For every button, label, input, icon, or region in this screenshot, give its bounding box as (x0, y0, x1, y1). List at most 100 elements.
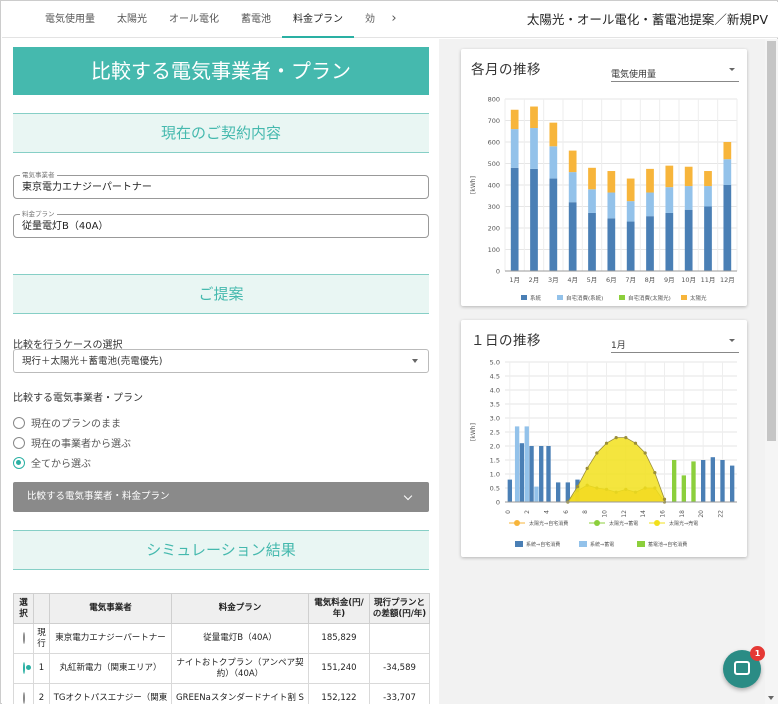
results-table: 選択 電気事業者 料金プラン 電気料金(円/年) 現行プランとの差額(円/年) … (13, 593, 430, 704)
bar (720, 460, 725, 502)
y-tick-label: 200 (488, 225, 500, 233)
x-tick-label: 4月 (567, 276, 578, 284)
table-row[interactable]: 1 丸紅新電力（関東エリア） ナイトおトクプラン（アンペア契約）（40A） 15… (13, 653, 430, 684)
tab-battery[interactable]: 蓄電池 (230, 2, 282, 38)
bar-segment (530, 106, 538, 129)
area-point (604, 441, 609, 445)
scrollbar-thumb[interactable] (767, 41, 776, 441)
col-no (33, 593, 50, 624)
tab-rate-plan[interactable]: 料金プラン (282, 2, 354, 38)
current-contract-header: 現在のご契約内容 (13, 113, 429, 153)
legend-label: 蓄電池⇒自宅消費 (648, 541, 687, 548)
row-no: 2 (33, 683, 50, 704)
x-tick-label: 20 (698, 510, 705, 518)
radio-same-provider-label: 現在の事業者から選ぶ (31, 439, 131, 450)
compare-label: 比較する電気事業者・プラン (13, 393, 143, 404)
col-provider: 電気事業者 (49, 593, 172, 624)
case-select[interactable]: 現行＋太陽光＋蓄電池(売電優先) (13, 349, 429, 373)
compare-accordion[interactable]: 比較する電気事業者・料金プラン (13, 482, 429, 512)
row-diff (369, 623, 430, 654)
row-plan: GREENaスタンダードナイト割 S (171, 683, 309, 704)
legend-label: 自宅消費(系統) (566, 294, 603, 302)
x-tick-label: 6月 (606, 276, 617, 284)
table-row[interactable]: 2 TGオクトパスエナジー（関東 GREENaスタンダードナイト割 S 152,… (13, 683, 430, 704)
bar-segment (588, 212, 596, 271)
provider-field[interactable]: 電気事業者 東京電力エナジーパートナー (13, 170, 429, 199)
bar-segment (626, 221, 635, 271)
tab-solar[interactable]: 太陽光 (106, 2, 158, 38)
legend-label: 系統⇒自宅消費 (526, 541, 560, 548)
x-tick-label: 10 (602, 510, 609, 518)
x-tick-label: 8月 (645, 276, 656, 284)
bar-segment (568, 150, 577, 173)
y-tick-label: 100 (488, 246, 500, 254)
tab-effect[interactable]: 効 (354, 2, 386, 38)
legend-label: 太陽光⇒蓄電 (609, 520, 638, 527)
plan-field[interactable]: 料金プラン 従量電灯B（40A） (13, 209, 429, 238)
x-tick-label: 1月 (509, 276, 520, 284)
legend-swatch (619, 295, 625, 300)
area-point (643, 451, 647, 455)
bar-segment (510, 167, 519, 271)
bar (671, 460, 677, 502)
tab-all-electric[interactable]: オール電化 (158, 2, 230, 38)
row-no: 1 (33, 653, 50, 684)
compare-accordion-label: 比較する電気事業者・料金プラン (27, 491, 170, 502)
y-tick-label: 2.0 (490, 443, 500, 451)
row-radio[interactable] (22, 692, 25, 704)
legend-dot (514, 520, 520, 526)
area-point (575, 485, 580, 489)
bar-segment (549, 146, 558, 179)
x-tick-label: 14 (640, 510, 647, 518)
legend-dot (654, 520, 660, 526)
bar-segment (588, 167, 596, 190)
x-tick-label: 5月 (587, 276, 598, 284)
radio-checked-icon (13, 456, 25, 469)
row-radio[interactable] (22, 632, 25, 644)
scrollbar[interactable] (765, 39, 778, 704)
table-row[interactable]: 現行 東京電力エナジーパートナー 従量電灯B（40A） 185,829 (13, 623, 430, 654)
y-tick-label: 800 (488, 96, 500, 104)
radio-keep-plan[interactable]: 現在のプランのまま (13, 415, 121, 430)
bar-segment (704, 186, 712, 207)
bar (700, 460, 706, 502)
x-tick-label: 2月 (529, 276, 540, 284)
y-tick-label: 0 (496, 268, 500, 276)
left-pane[interactable]: 比較する電気事業者・プラン 現在のご契約内容 電気事業者 東京電力エナジーパート… (2, 39, 439, 704)
chat-icon (734, 661, 750, 675)
row-provider: 丸紅新電力（関東エリア） (49, 653, 172, 684)
y-tick-label: 0.5 (490, 485, 500, 493)
radio-same-provider[interactable]: 現在の事業者から選ぶ (13, 435, 131, 450)
bar-segment (568, 172, 577, 203)
area-point (662, 497, 667, 501)
y-tick-label: 1.0 (490, 471, 500, 479)
tab-usage[interactable]: 電気使用量 (34, 2, 106, 38)
legend-swatch (579, 541, 587, 547)
bar-segment (665, 212, 674, 271)
x-tick-label: 0 (505, 510, 512, 514)
x-tick-label: 16 (660, 510, 667, 518)
app-window: 電気使用量 太陽光 オール電化 蓄電池 料金プラン 効 › 太陽光・オール電化・… (0, 0, 778, 704)
chevron-right-icon[interactable]: › (386, 2, 402, 38)
bar (729, 465, 735, 502)
right-pane[interactable]: 各月の推移 電気使用量 0 100 200 300 400 500 600 700 800 [kW… (439, 39, 778, 704)
bar-segment (665, 165, 674, 188)
bar-segment (510, 109, 519, 130)
x-tick-label: 11月 (701, 276, 716, 284)
legend-dot (594, 520, 600, 526)
bar-segment (723, 185, 732, 271)
row-radio[interactable] (22, 662, 25, 674)
x-tick-label: 8 (582, 510, 589, 514)
bar (710, 457, 716, 502)
case-select-value: 現行＋太陽光＋蓄電池(売電優先) (22, 356, 163, 367)
chat-launcher-button[interactable]: 1 (723, 646, 765, 688)
daily-card: １日の推移 1月 0 0.5 1.0 1.5 2.0 2.5 3.0 3.5 4.0 4.5 5.0… (461, 320, 747, 557)
bar (546, 446, 551, 502)
y-tick-label: 5.0 (490, 359, 500, 367)
y-tick-label: 0 (496, 499, 500, 507)
scroll-down-icon[interactable] (768, 696, 774, 700)
radio-all[interactable]: 全てから選ぶ (13, 455, 91, 470)
bar-segment (684, 186, 693, 210)
provider-field-value: 東京電力エナジーパートナー (22, 182, 152, 193)
bar-segment (549, 122, 558, 147)
